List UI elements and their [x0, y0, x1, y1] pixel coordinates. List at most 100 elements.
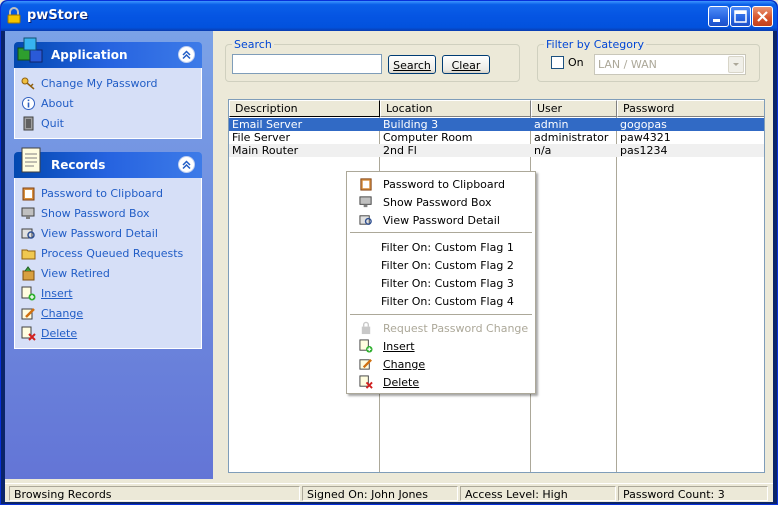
clipboard-icon [360, 178, 372, 191]
table-row[interactable]: Main Router 2nd Fl n/a pas1234 [229, 144, 764, 157]
sidebar-item-change[interactable]: Change [15, 304, 201, 324]
list-header: Description Location User Password [229, 100, 764, 117]
column-header-user[interactable]: User [531, 100, 617, 117]
context-menu: Password to Clipboard Show Password Box … [346, 171, 536, 394]
filter-on-checkbox[interactable] [551, 56, 564, 69]
application-group-title: Application [51, 48, 128, 62]
cell-description: File Server [232, 131, 290, 144]
sidebar-item-about[interactable]: About [15, 94, 201, 114]
padlock-icon [7, 7, 21, 24]
sidebar-item-password-to-clipboard[interactable]: Password to Clipboard [15, 184, 201, 204]
menu-separator [350, 232, 532, 233]
menu-item-label: Show Password Box [383, 196, 492, 209]
column-header-location[interactable]: Location [380, 100, 531, 117]
menu-item-label: Filter On: Custom Flag 4 [381, 295, 514, 308]
sidebar-item-label: View Password Detail [41, 227, 158, 240]
sidebar-item-quit[interactable]: Quit [15, 114, 201, 134]
category-select-value: LAN / WAN [598, 58, 657, 71]
status-access-level: Access Level: High [460, 486, 616, 501]
sidebar-item-label: Change [41, 307, 83, 320]
insert-icon [359, 339, 373, 353]
application-group-header[interactable]: Application [14, 37, 202, 68]
sidebar-item-label: Show Password Box [41, 207, 150, 220]
menu-item-change[interactable]: Change [347, 355, 535, 373]
sidebar-item-insert[interactable]: Insert [15, 284, 201, 304]
sidebar-item-label-text: Delete [41, 327, 78, 340]
sidebar-item-label: About [41, 97, 74, 110]
info-icon [22, 97, 35, 110]
menu-item-label: Password to Clipboard [383, 178, 505, 191]
filter-legend: Filter by Category [544, 38, 646, 51]
category-select[interactable]: LAN / WAN [594, 54, 746, 75]
folder-icon [21, 249, 36, 260]
column-header-password[interactable]: Password [617, 100, 764, 117]
collapse-button[interactable] [178, 156, 195, 173]
menu-item-view-password-detail[interactable]: View Password Detail [347, 211, 535, 229]
cell-location: Building 3 [383, 118, 439, 131]
clear-button[interactable]: Clear [442, 55, 490, 74]
menu-item-password-to-clipboard[interactable]: Password to Clipboard [347, 175, 535, 193]
records-group-header[interactable]: Records [14, 147, 202, 178]
menu-item-request-password-change: Request Password Change [347, 319, 535, 337]
chevron-up-icon [182, 160, 191, 170]
menu-item-filter-flag-4[interactable]: Filter On: Custom Flag 4 [347, 292, 535, 310]
sidebar-item-label: Process Queued Requests [41, 247, 184, 260]
maximize-button[interactable] [730, 6, 751, 27]
sidebar-item-label-text: Change [41, 307, 84, 320]
sidebar-item-label: View Retired [41, 267, 110, 280]
app-window: pwStore Application Change My Password A… [0, 0, 778, 505]
menu-item-show-password-box[interactable]: Show Password Box [347, 193, 535, 211]
menu-item-filter-flag-2[interactable]: Filter On: Custom Flag 2 [347, 256, 535, 274]
clipboard-icon [22, 187, 35, 201]
application-group-body: Change My Password About Quit [14, 68, 202, 139]
sidebar-item-process-queued-requests[interactable]: Process Queued Requests [15, 244, 201, 264]
search-input[interactable] [232, 54, 382, 74]
sidebar-item-label: Change My Password [41, 77, 158, 90]
close-button[interactable] [752, 6, 773, 27]
table-row[interactable]: Email Server Building 3 admin gogopas [229, 118, 764, 131]
menu-item-insert[interactable]: Insert [347, 337, 535, 355]
menu-item-filter-flag-1[interactable]: Filter On: Custom Flag 1 [347, 238, 535, 256]
sidebar-item-label: Insert [41, 287, 73, 300]
search-legend: Search [232, 38, 274, 51]
records-group-title: Records [51, 158, 106, 172]
menu-item-delete[interactable]: Delete [347, 373, 535, 391]
sidebar-item-view-password-detail[interactable]: View Password Detail [15, 224, 201, 244]
client-area: Application Change My Password About Qui… [5, 31, 773, 502]
cell-location: 2nd Fl [383, 144, 417, 157]
edit-pencil-icon [21, 308, 35, 320]
sidebar-item-delete[interactable]: Delete [15, 324, 201, 344]
minimize-button[interactable] [708, 6, 729, 27]
chevron-up-icon [182, 50, 191, 60]
cell-password: pas1234 [620, 144, 668, 157]
exit-door-icon [23, 116, 34, 131]
title-bar[interactable]: pwStore [1, 1, 777, 31]
cell-user: admin [534, 118, 569, 131]
collapse-button[interactable] [178, 46, 195, 63]
search-button-label: Search [393, 59, 431, 72]
cell-password: gogopas [620, 118, 667, 131]
cell-location: Computer Room [383, 131, 473, 144]
search-button[interactable]: Search [388, 55, 436, 74]
menu-item-filter-flag-3[interactable]: Filter On: Custom Flag 3 [347, 274, 535, 292]
records-group: Records Password to Clipboard Show Passw… [14, 147, 202, 349]
status-bar: Browsing Records Signed On: John Jones A… [5, 483, 773, 502]
sidebar-item-label: Delete [41, 327, 77, 340]
retired-box-icon [22, 266, 35, 281]
menu-item-label: Request Password Change [383, 322, 529, 335]
sidebar-item-view-retired[interactable]: View Retired [15, 264, 201, 284]
sidebar-item-show-password-box[interactable]: Show Password Box [15, 204, 201, 224]
column-header-description[interactable]: Description [229, 100, 380, 117]
cell-user: n/a [534, 144, 552, 157]
monitor-icon [359, 196, 372, 208]
lock-request-icon [361, 321, 371, 335]
sidebar-item-change-password[interactable]: Change My Password [15, 74, 201, 94]
menu-item-label: Filter On: Custom Flag 3 [381, 277, 514, 290]
records-group-body: Password to Clipboard Show Password Box … [14, 178, 202, 349]
monitor-icon [21, 207, 35, 219]
menu-item-label: View Password Detail [383, 214, 500, 227]
table-row[interactable]: File Server Computer Room administrator … [229, 131, 764, 144]
detail-view-icon [21, 228, 35, 239]
menu-item-label: Filter On: Custom Flag 2 [381, 259, 514, 272]
category-dropdown-button[interactable] [728, 56, 744, 73]
